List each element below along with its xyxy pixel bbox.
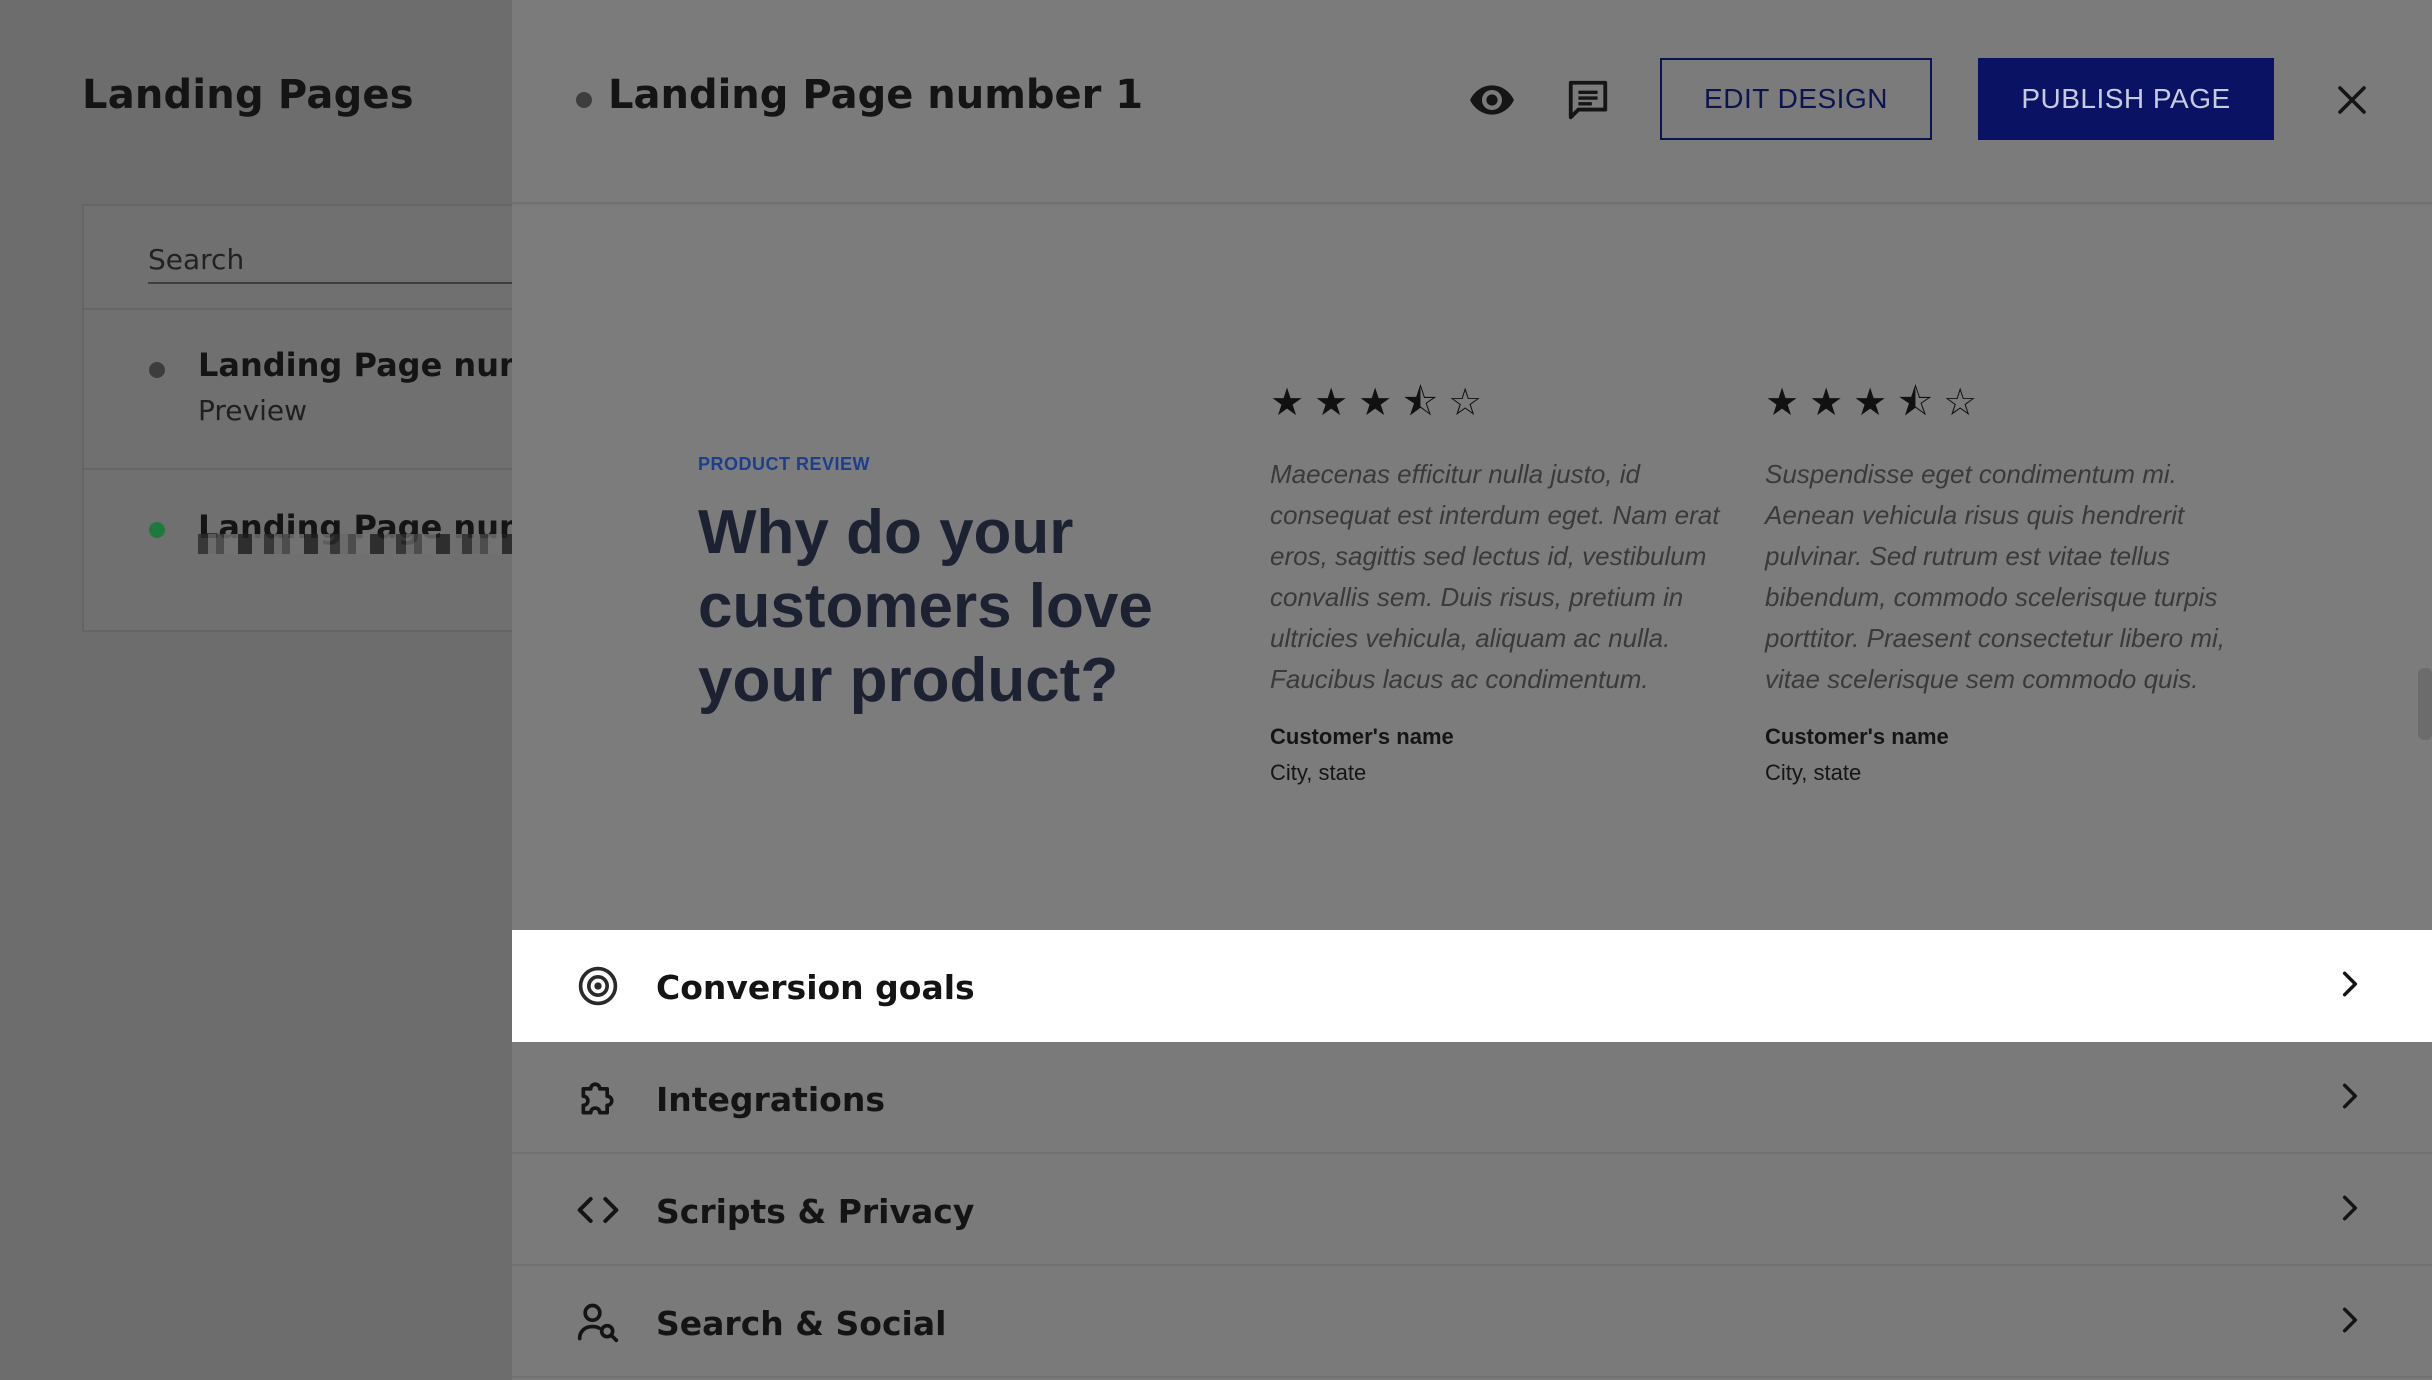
status-dot [149,522,165,538]
conversion-goals-row[interactable]: Conversion goals [512,930,2432,1042]
page-title: Landing Page number 1 [608,72,1144,118]
landing-pages-panel: Landing Pages Landing Page numbe Preview… [0,0,577,1380]
publish-page-button[interactable]: PUBLISH PAGE [1978,58,2274,140]
customer-location: City, state [1270,760,1367,785]
close-button[interactable] [2322,70,2382,130]
integrations-row[interactable]: Integrations [512,1042,2432,1154]
preview-button[interactable] [1462,70,1522,130]
detail-header: Landing Page number 1 EDIT DESIGN PUBLIS… [512,0,2432,204]
page-detail-panel: Landing Page number 1 EDIT DESIGN PUBLIS… [512,0,2432,1380]
review-quote: Maecenas efficitur nulla justo, id conse… [1270,459,1720,694]
setting-label: Integrations [656,1080,885,1119]
edit-design-button[interactable]: EDIT DESIGN [1660,58,1932,140]
status-dot [576,92,592,108]
chevron-right-icon [2330,1076,2370,1116]
list-item-subtitle: Preview [198,394,307,427]
eye-icon [1470,85,1514,115]
review-card: ★★★⯪☆ Maecenas efficitur nulla justo, id… [1270,374,1730,786]
chevron-right-icon [2330,1300,2370,1340]
star-rating: ★★★⯪☆ [1765,380,1988,424]
status-dot [149,362,165,378]
panel-title: Landing Pages [82,72,414,118]
customer-name: Customer's name [1270,724,1454,749]
section-eyebrow: PRODUCT REVIEW [698,454,871,474]
code-icon [576,1188,620,1232]
section-headline: Why do your customers love your product? [698,498,1153,715]
chevron-right-icon [2330,964,2370,1004]
list-item[interactable]: Landing Page numbe Preview [84,310,577,470]
setting-label: Conversion goals [656,968,975,1007]
close-icon [2338,86,2366,114]
landing-page-list: Landing Page numbe Preview Landing Page … [82,204,577,632]
customer-name: Customer's name [1765,724,1949,749]
setting-label: Search & Social [656,1304,947,1343]
review-quote: Suspendisse eget condimentum mi. Aenean … [1765,459,2226,694]
scrollbar[interactable] [2418,668,2432,740]
star-rating: ★★★⯪☆ [1270,380,1493,424]
person-search-icon [576,1300,620,1344]
customer-location: City, state [1765,760,1862,785]
search-bar [84,206,548,310]
puzzle-icon [576,1076,620,1120]
setting-label: Scripts & Privacy [656,1192,975,1231]
scripts-privacy-row[interactable]: Scripts & Privacy [512,1154,2432,1266]
redacted-url [198,534,528,554]
target-icon [576,964,620,1008]
list-item[interactable]: Landing Page numbe [84,472,577,632]
page-preview: PRODUCT REVIEW Why do your customers lov… [512,206,2432,930]
search-social-row[interactable]: Search & Social [512,1266,2432,1378]
review-card: ★★★⯪☆ Suspendisse eget condimentum mi. A… [1765,374,2225,786]
comment-icon [1568,80,1608,120]
chevron-right-icon [2330,1188,2370,1228]
comments-button[interactable] [1558,70,1618,130]
search-input[interactable] [148,236,548,284]
